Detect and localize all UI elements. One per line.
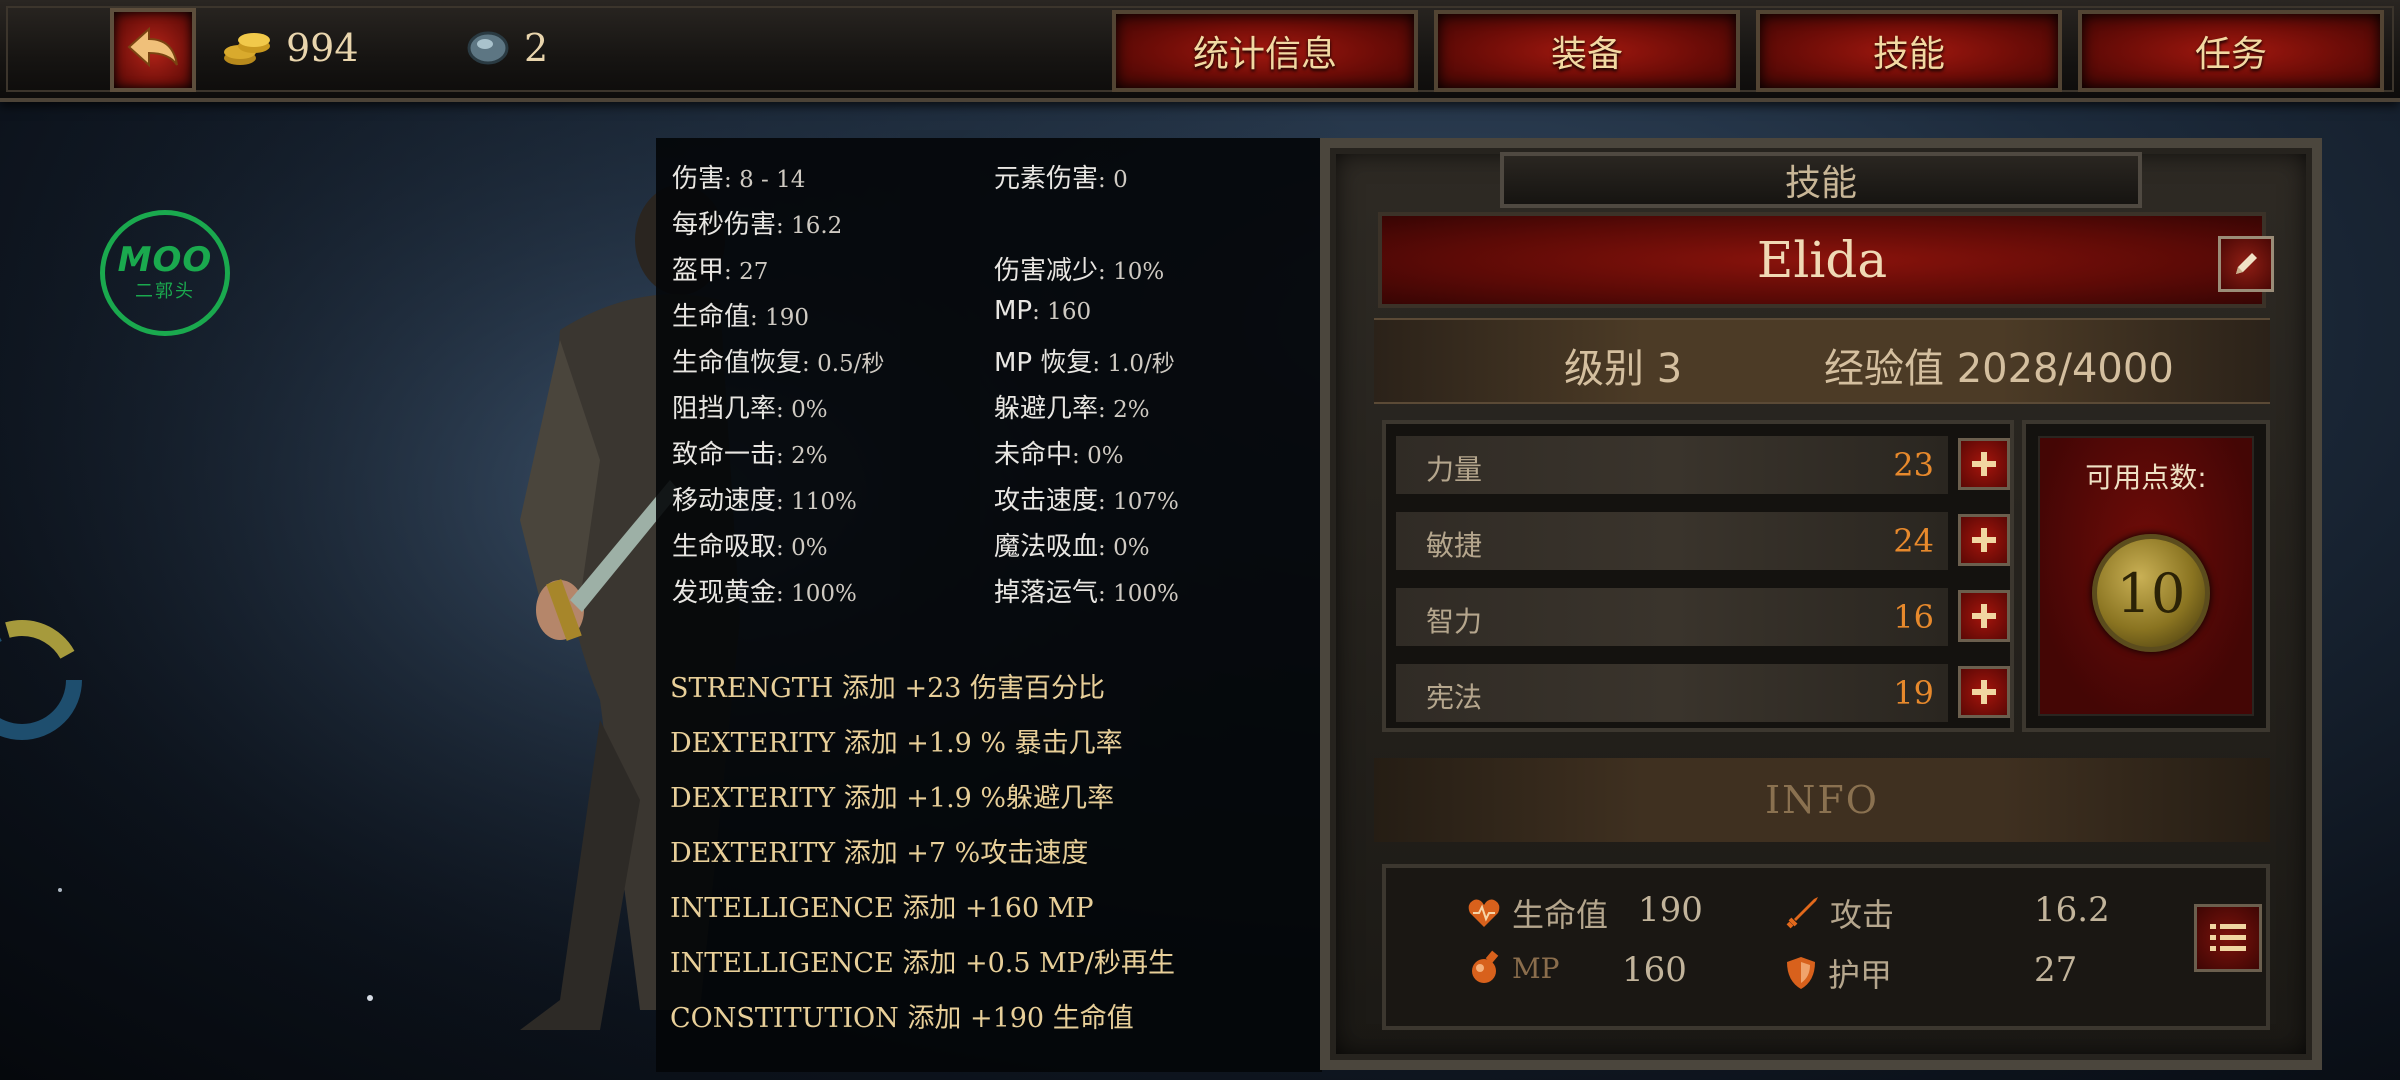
shield-icon: [1787, 957, 1815, 989]
level-text: 级别 3: [1564, 346, 1683, 392]
stat-damage: 伤害: 8 - 14: [672, 164, 806, 194]
available-points-inner: 可用点数: 10: [2038, 436, 2254, 716]
top-bar: 994 2 统计信息 装备 技能 任务: [0, 0, 2400, 102]
level-bar: 级别 3 经验值 2028/4000: [1374, 318, 2270, 404]
info-hp: 生命值: [1466, 890, 1608, 936]
details-list-button[interactable]: [2194, 904, 2262, 972]
stat-hp-regen: 生命值恢复: 0.5/秒: [672, 348, 885, 378]
attr-row-constitution: 宪法 19: [1396, 664, 1948, 722]
stat-crit: 致命一击: 2%: [672, 440, 828, 470]
tab-skills[interactable]: 技能: [1756, 10, 2062, 92]
potion-icon: [1472, 950, 1499, 983]
info-attack-label: 攻击: [1830, 896, 1895, 934]
stat-dodge: 躲避几率: 2%: [994, 394, 1150, 424]
tab-quests[interactable]: 任务: [2078, 10, 2384, 92]
stat-hp: 生命值: 190: [672, 302, 809, 332]
stat-mp-regen: MP 恢复: 1.0/秒: [994, 348, 1175, 378]
gem-amount: 2: [524, 26, 549, 70]
bonus-line: INTELLIGENCE 添加 +160 MP: [670, 893, 1094, 924]
gem-counter: 2: [466, 26, 548, 70]
bonus-line: DEXTERITY 添加 +1.9 % 暴击几率: [670, 728, 1123, 759]
available-points-coin: 10: [2092, 534, 2210, 652]
add-constitution-button[interactable]: [1958, 666, 2010, 718]
info-attack-value: 16.2: [2034, 890, 2110, 930]
attr-label: 宪法: [1426, 681, 1483, 714]
tab-equipment[interactable]: 装备: [1434, 10, 1740, 92]
attr-row-intelligence: 智力 16: [1396, 588, 1948, 646]
attr-value: 24: [1893, 522, 1934, 560]
attr-label: 力量: [1426, 453, 1483, 486]
attributes-box: 力量 23 敏捷 24 智力 16 宪法 19: [1382, 420, 2014, 732]
bonus-line: STRENGTH 添加 +23 伤害百分比: [670, 673, 1106, 704]
plus-icon: [1972, 528, 1996, 552]
available-points-box: 可用点数: 10: [2022, 420, 2270, 732]
add-strength-button[interactable]: [1958, 438, 2010, 490]
character-panel: 技能 Elida 级别 3 经验值 2028/4000 力量 23 敏捷 24 …: [1320, 138, 2322, 1070]
attr-value: 23: [1893, 446, 1934, 484]
info-attack: 攻击: [1784, 890, 1894, 936]
back-arrow-icon: [127, 26, 178, 68]
stat-armor: 盔甲: 27: [672, 256, 769, 286]
watermark-logo: MOO 二郭头: [100, 210, 230, 336]
add-dexterity-button[interactable]: [1958, 514, 2010, 566]
attr-label: 敏捷: [1426, 529, 1483, 562]
gold-amount: 994: [286, 26, 359, 70]
attr-label: 智力: [1426, 605, 1483, 638]
info-armor: 护甲: [1784, 950, 1892, 996]
sword-icon: [1786, 897, 1818, 929]
list-icon: [2210, 924, 2246, 951]
exp-text: 经验值 2028/4000: [1824, 346, 2174, 392]
bonus-line: DEXTERITY 添加 +1.9 %躲避几率: [670, 783, 1115, 814]
available-points-label: 可用点数:: [2085, 461, 2207, 494]
stat-move-speed: 移动速度: 110%: [672, 486, 857, 516]
stat-life-steal: 生命吸取: 0%: [672, 532, 828, 562]
info-hp-label: 生命值: [1512, 896, 1609, 934]
info-title: INFO: [1374, 758, 2270, 842]
info-armor-label: 护甲: [1828, 956, 1893, 994]
stat-attack-speed: 攻击速度: 107%: [994, 486, 1179, 516]
stat-loot-luck: 掉落运气: 100%: [994, 578, 1179, 608]
stat-mp: MP: 160: [994, 296, 1092, 326]
attr-value: 16: [1893, 598, 1934, 636]
gold-counter: 994: [222, 26, 359, 70]
edit-name-button[interactable]: [2218, 236, 2274, 292]
bonus-line: DEXTERITY 添加 +7 %攻击速度: [670, 838, 1089, 869]
back-button[interactable]: [110, 8, 196, 92]
stat-mana-leech: 魔法吸血: 0%: [994, 532, 1150, 562]
logo-subtext: 二郭头: [135, 281, 195, 302]
gem-icon: [467, 31, 509, 65]
stats-panel: 伤害: 8 - 14 每秒伤害: 16.2 盔甲: 27 生命值: 190 生命…: [656, 138, 1322, 1072]
stat-damage-reduction: 伤害减少: 10%: [994, 256, 1165, 286]
info-mp: MP: [1466, 950, 1560, 986]
attr-row-strength: 力量 23: [1396, 436, 1948, 494]
pencil-icon: [2236, 253, 2257, 274]
stat-elemental-damage: 元素伤害: 0: [994, 164, 1128, 194]
plus-icon: [1972, 680, 1996, 704]
attr-row-dexterity: 敏捷 24: [1396, 512, 1948, 570]
info-mp-label: MP: [1512, 951, 1560, 985]
add-intelligence-button[interactable]: [1958, 590, 2010, 642]
bonus-line: CONSTITUTION 添加 +190 生命值: [670, 1003, 1134, 1034]
gold-coins-icon: [224, 33, 270, 65]
stat-dps: 每秒伤害: 16.2: [672, 210, 843, 240]
character-name: Elida: [1378, 212, 2266, 308]
info-box: 生命值 190 攻击 16.2 MP 160 护甲 27: [1382, 864, 2270, 1030]
plus-icon: [1972, 452, 1996, 476]
stat-block: 阻挡几率: 0%: [672, 394, 828, 424]
heart-icon: [1468, 899, 1500, 927]
stat-miss: 未命中: 0%: [994, 440, 1124, 470]
bonus-line: INTELLIGENCE 添加 +0.5 MP/秒再生: [670, 948, 1176, 979]
panel-title: 技能: [1500, 152, 2142, 208]
plus-icon: [1972, 604, 1996, 628]
logo-text: MOO: [117, 240, 213, 280]
info-armor-value: 27: [2034, 950, 2078, 990]
tab-statistics[interactable]: 统计信息: [1112, 10, 1418, 92]
stat-gold-find: 发现黄金: 100%: [672, 578, 857, 608]
attr-value: 19: [1893, 674, 1934, 712]
info-mp-value: 160: [1622, 950, 1687, 990]
info-hp-value: 190: [1638, 890, 1703, 930]
